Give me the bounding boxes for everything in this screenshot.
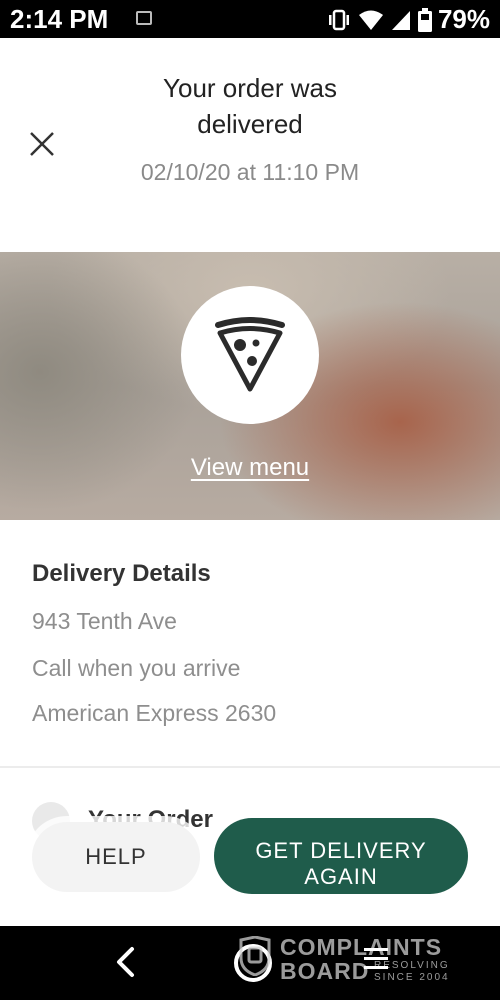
status-bar: 2:14 PM 79% <box>0 0 500 38</box>
delivery-address: 943 Tenth Ave <box>32 608 177 634</box>
pizza-slice-icon <box>215 317 285 392</box>
watermark-sub2: SINCE 2004 <box>374 972 450 983</box>
delivery-note: Call when you arrive <box>32 655 241 681</box>
close-icon <box>30 132 54 156</box>
watermark-line1: COMPLAINTS <box>280 934 443 960</box>
store-logo <box>181 286 319 424</box>
page-title: Your order was delivered <box>163 73 337 139</box>
delivery-date: 02/10/20 at 11:10 PM <box>140 159 360 185</box>
get-delivery-again-button[interactable]: GET DELIVERY AGAIN <box>214 818 468 894</box>
signal-icon <box>391 10 410 30</box>
wifi-icon <box>358 10 383 30</box>
watermark: COMPLAINTS BOARD RESOLVING SINCE 2004 <box>238 934 458 994</box>
back-icon[interactable] <box>108 944 144 980</box>
battery-percent: 79% <box>437 4 490 34</box>
shield-icon <box>239 936 271 976</box>
delivery-details-heading: Delivery Details <box>32 560 211 587</box>
divider <box>0 766 500 768</box>
status-icons: 79% <box>326 4 490 35</box>
vibrate-icon <box>328 9 349 30</box>
recents-icon[interactable] <box>364 948 388 970</box>
payment-method: American Express 2630 <box>32 700 277 726</box>
watermark-line2: BOARD <box>280 958 370 984</box>
close-button[interactable] <box>26 128 58 160</box>
help-button[interactable]: HELP <box>32 822 200 892</box>
get-delivery-again-label: GET DELIVERY AGAIN <box>255 838 427 889</box>
navigation-bar: COMPLAINTS BOARD RESOLVING SINCE 2004 <box>0 926 500 1000</box>
battery-icon <box>417 7 432 32</box>
store-banner: View menu <box>0 252 500 520</box>
gallery-icon <box>136 11 152 25</box>
status-time: 2:14 PM <box>10 4 109 34</box>
view-menu-link[interactable]: View menu <box>0 454 500 482</box>
